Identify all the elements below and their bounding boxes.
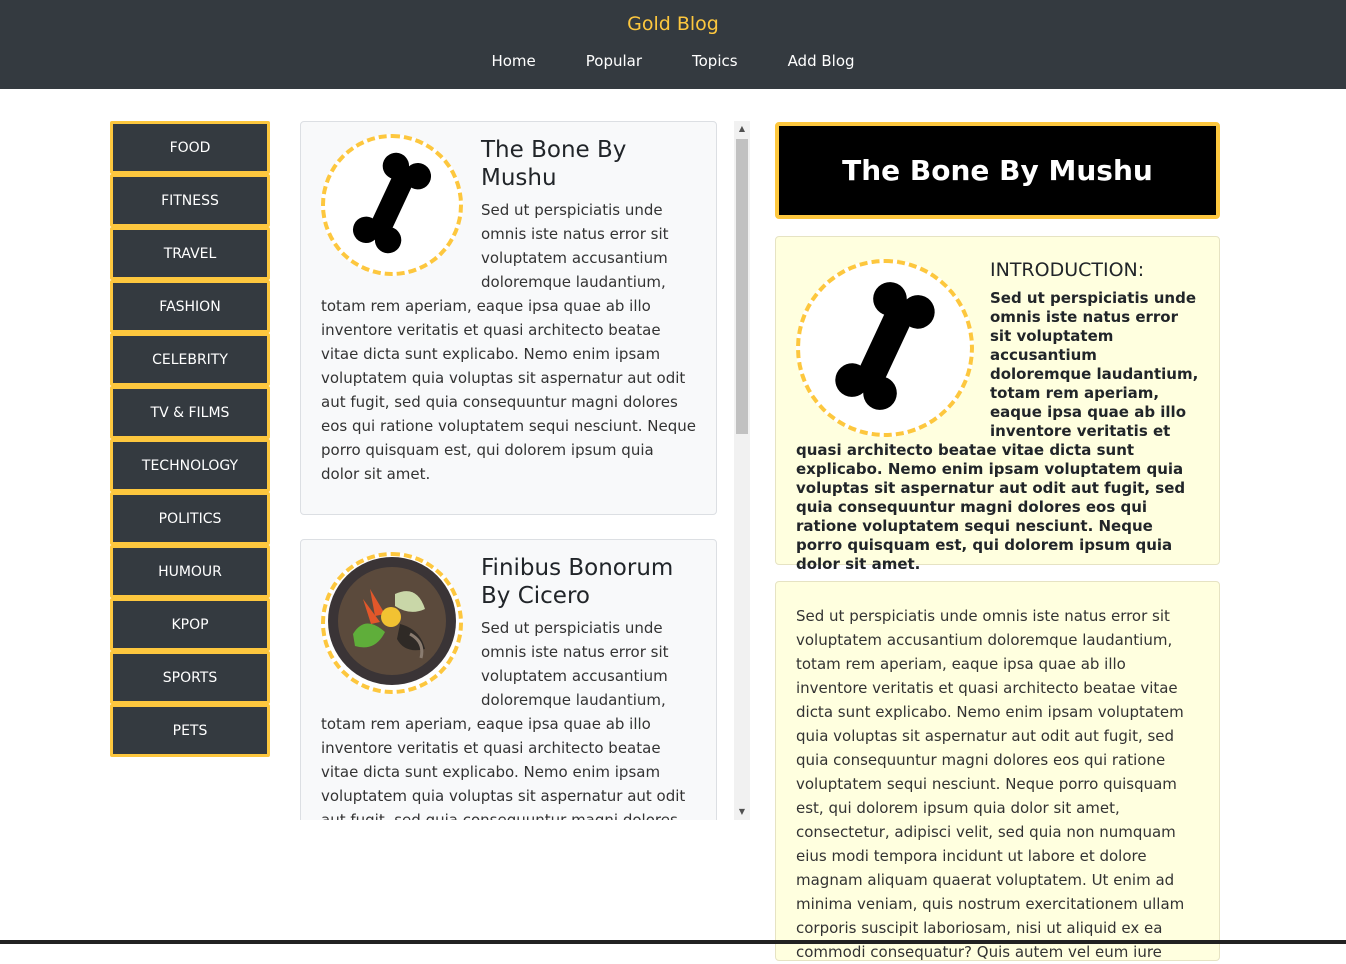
detail-thumbnail bbox=[796, 259, 974, 437]
category-technology[interactable]: TECHNOLOGY bbox=[110, 439, 270, 492]
blog-feed[interactable]: The Bone By Mushu Sed ut perspiciatis un… bbox=[300, 121, 750, 820]
bone-icon bbox=[815, 276, 955, 420]
brand-title[interactable]: Gold Blog bbox=[0, 13, 1346, 35]
main-nav: Home Popular Topics Add Blog bbox=[0, 51, 1346, 71]
introduction-card: INTRODUCTION: Sed ut perspiciatis unde o… bbox=[775, 236, 1220, 573]
category-travel[interactable]: TRAVEL bbox=[110, 227, 270, 280]
post-thumbnail bbox=[321, 552, 463, 694]
nav-popular-link[interactable]: Popular bbox=[561, 51, 667, 71]
nav-home-link[interactable]: Home bbox=[466, 51, 560, 71]
window-bottom-edge bbox=[0, 940, 1346, 944]
post-thumbnail bbox=[321, 134, 463, 276]
blog-post-card[interactable]: Finibus Bonorum By Cicero Sed ut perspic… bbox=[300, 539, 717, 820]
bone-icon bbox=[337, 148, 447, 262]
category-fitness[interactable]: FITNESS bbox=[110, 174, 270, 227]
scroll-down-arrow-icon[interactable]: ▼ bbox=[734, 804, 750, 820]
blog-post-card[interactable]: The Bone By Mushu Sed ut perspiciatis un… bbox=[300, 121, 717, 515]
detail-title: The Bone By Mushu bbox=[775, 122, 1220, 219]
category-sidebar: FOOD FITNESS TRAVEL FASHION CELEBRITY TV… bbox=[110, 121, 270, 757]
top-navbar: Gold Blog Home Popular Topics Add Blog bbox=[0, 0, 1346, 89]
feed-scrollbar-thumb[interactable] bbox=[736, 139, 748, 434]
category-celebrity[interactable]: CELEBRITY bbox=[110, 333, 270, 386]
category-food[interactable]: FOOD bbox=[110, 121, 270, 174]
category-sports[interactable]: SPORTS bbox=[110, 651, 270, 704]
category-humour[interactable]: HUMOUR bbox=[110, 545, 270, 598]
category-tv-films[interactable]: TV & FILMS bbox=[110, 386, 270, 439]
article-body-text: Sed ut perspiciatis unde omnis iste natu… bbox=[796, 607, 1185, 961]
category-kpop[interactable]: KPOP bbox=[110, 598, 270, 651]
nav-topics-link[interactable]: Topics bbox=[667, 51, 763, 71]
scroll-up-arrow-icon[interactable]: ▲ bbox=[734, 121, 750, 137]
category-fashion[interactable]: FASHION bbox=[110, 280, 270, 333]
category-pets[interactable]: PETS bbox=[110, 704, 270, 757]
article-body-card: Sed ut perspiciatis unde omnis iste natu… bbox=[775, 581, 1220, 961]
food-bowl-icon bbox=[325, 556, 459, 690]
nav-add-blog-link[interactable]: Add Blog bbox=[763, 51, 880, 71]
category-politics[interactable]: POLITICS bbox=[110, 492, 270, 545]
